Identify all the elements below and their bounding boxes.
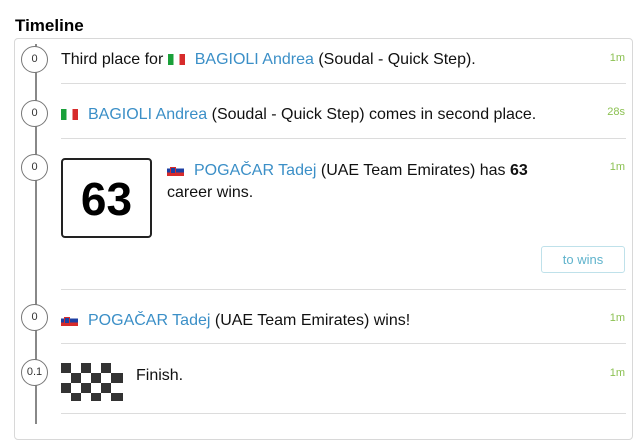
to-wins-button[interactable]: to wins <box>541 246 625 273</box>
event-time: 1m <box>609 367 625 379</box>
slovenia-flag-icon <box>167 165 184 176</box>
rider-link[interactable]: POGAČAR Tadej <box>88 312 210 329</box>
checkered-flag-icon <box>61 363 123 401</box>
italy-flag-icon <box>167 54 185 65</box>
wins-count-badge: 63 <box>61 158 152 238</box>
italy-flag-icon <box>61 109 78 120</box>
separator <box>61 413 626 414</box>
separator <box>61 343 626 344</box>
team-text: (Soudal - Quick Step). <box>313 51 476 68</box>
separator <box>61 138 626 139</box>
event-text-line2: career wins. <box>167 184 254 201</box>
timeline-event-text: POGAČAR Tadej (UAE Team Emirates) wins! <box>61 312 410 330</box>
timeline-event-text: Third place for BAGIOLI Andrea (Soudal -… <box>61 51 476 69</box>
slovenia-flag-icon <box>61 315 78 326</box>
timeline-event-text: POGAČAR Tadej (UAE Team Emirates) has 63 <box>167 162 528 180</box>
km-marker: 0 <box>21 304 48 331</box>
rider-link[interactable]: POGAČAR Tadej <box>194 162 316 179</box>
km-marker: 0 <box>21 100 48 127</box>
finish-text: Finish. <box>136 367 184 384</box>
event-time: 28s <box>607 106 625 118</box>
team-text: (Soudal - Quick Step) comes in second pl… <box>207 106 537 123</box>
separator <box>61 83 626 84</box>
separator <box>61 289 626 290</box>
event-time: 1m <box>609 52 625 64</box>
event-time: 1m <box>609 312 625 324</box>
rider-link[interactable]: BAGIOLI Andrea <box>195 51 314 68</box>
team-text: (UAE Team Emirates) has <box>316 162 510 179</box>
section-title: Timeline <box>15 16 84 35</box>
rider-link[interactable]: BAGIOLI Andrea <box>88 106 207 123</box>
km-marker: 0 <box>21 46 48 73</box>
km-marker: 0 <box>21 154 48 181</box>
event-time: 1m <box>609 161 625 173</box>
wins-number-bold: 63 <box>509 162 528 179</box>
km-marker: 0.1 <box>21 359 48 386</box>
timeline-event-text: BAGIOLI Andrea (Soudal - Quick Step) com… <box>61 106 536 124</box>
team-text: (UAE Team Emirates) wins! <box>210 312 411 329</box>
event-prefix: Third place for <box>61 51 168 68</box>
